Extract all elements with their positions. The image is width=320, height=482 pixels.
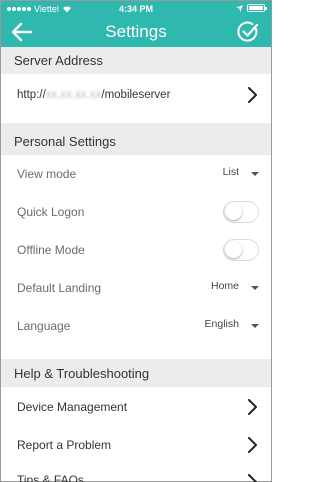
status-bar: Viettel 4:34 PM xyxy=(1,1,271,17)
tips-faqs-label: Tips & FAQs xyxy=(17,473,84,482)
offline-mode-toggle[interactable] xyxy=(223,239,259,261)
status-right xyxy=(236,4,267,12)
toggle-knob xyxy=(225,241,242,258)
view-mode-label: View mode xyxy=(17,167,77,181)
status-time: 4:34 PM xyxy=(118,4,153,14)
default-landing-value: Home xyxy=(210,280,239,292)
section-header-server: Server Address xyxy=(1,47,271,74)
server-url: http://xx.xx.xx.xx/mobileserver xyxy=(17,89,170,101)
quick-logon-label: Quick Logon xyxy=(17,205,85,219)
section-header-help: Help & Troubleshooting xyxy=(1,359,271,387)
dropdown-caret-icon xyxy=(251,172,259,176)
dropdown-caret-icon xyxy=(251,286,259,290)
chevron-right-icon xyxy=(248,437,257,453)
language-row[interactable]: Language English xyxy=(1,307,271,345)
report-problem-label: Report a Problem xyxy=(17,438,112,452)
report-problem-row[interactable]: Report a Problem xyxy=(1,426,271,464)
chevron-right-icon xyxy=(248,399,257,415)
language-label: Language xyxy=(17,319,71,333)
check-circle-icon[interactable] xyxy=(237,21,259,43)
quick-logon-toggle[interactable] xyxy=(223,201,259,223)
offline-mode-label: Offline Mode xyxy=(17,243,85,257)
location-icon xyxy=(236,4,243,12)
dropdown-caret-icon xyxy=(251,324,259,328)
server-url-prefix: http:// xyxy=(17,89,46,101)
server-address-row[interactable]: http://xx.xx.xx.xx/mobileserver xyxy=(1,75,271,115)
chevron-right-icon xyxy=(248,474,257,482)
quick-logon-row: Quick Logon xyxy=(1,193,271,231)
toggle-knob xyxy=(225,203,242,220)
language-value: English xyxy=(204,318,239,330)
view-mode-row[interactable]: View mode List xyxy=(1,155,271,193)
view-mode-value: List xyxy=(222,166,239,178)
device-management-row[interactable]: Device Management xyxy=(1,388,271,426)
page-title: Settings xyxy=(105,22,167,41)
default-landing-label: Default Landing xyxy=(17,281,102,295)
device-management-label: Device Management xyxy=(17,400,128,414)
tips-faqs-row[interactable]: Tips & FAQs xyxy=(1,464,271,482)
server-url-suffix: /mobileserver xyxy=(101,89,171,101)
default-landing-row[interactable]: Default Landing Home xyxy=(1,269,271,307)
chevron-right-icon xyxy=(248,87,257,103)
server-url-blurred: xx.xx.xx.xx xyxy=(45,89,102,101)
offline-mode-row: Offline Mode xyxy=(1,231,271,269)
section-header-personal: Personal Settings xyxy=(1,123,271,155)
nav-bar: Settings xyxy=(1,17,271,47)
battery-icon xyxy=(247,4,267,12)
